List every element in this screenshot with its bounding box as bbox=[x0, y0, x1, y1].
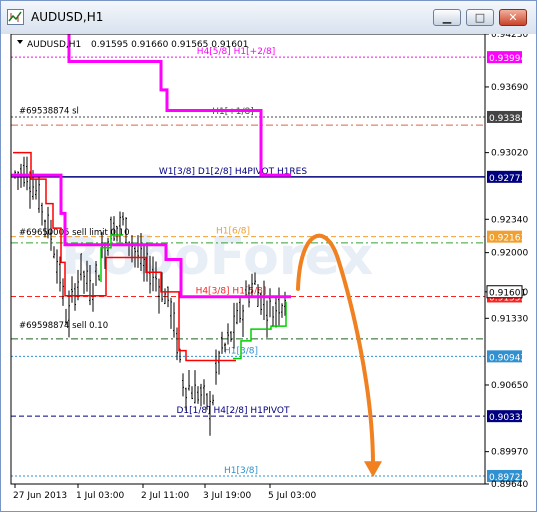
window-title: AUDUSD,H1 bbox=[31, 10, 104, 24]
price-box-label: 0.90332 bbox=[489, 413, 526, 423]
current-price-label: 0.91601 bbox=[489, 289, 526, 299]
order-label: #69598874 sell 0.10 bbox=[19, 321, 108, 331]
order-label: #69538874 sl bbox=[19, 106, 79, 116]
y-tick-label: 0.92000 bbox=[491, 249, 528, 259]
y-tick-label: 0.89970 bbox=[491, 448, 528, 458]
level-label: H1[6/8] bbox=[216, 227, 250, 237]
info-symbol: AUDUSD,H1 bbox=[27, 40, 81, 50]
price-box-label: 0.92773 bbox=[489, 174, 526, 184]
price-box-label: 0.92163 bbox=[489, 234, 526, 244]
price-chart[interactable]: RoboForex H4[5/8] H1[+2/8]0.93994H1[+1/8… bbox=[1, 34, 536, 511]
close-icon: ✕ bbox=[508, 11, 518, 24]
info-ohlc: 0.91595 0.91660 0.91565 0.91601 bbox=[91, 40, 248, 50]
maximize-icon: □ bbox=[474, 11, 486, 24]
x-tick-label: 5 Jul 03:00 bbox=[268, 491, 317, 501]
title-bar: AUDUSD,H1 ▁ □ ✕ bbox=[1, 1, 536, 35]
x-tick-label: 27 Jun 2013 bbox=[13, 491, 67, 501]
x-tick-label: 1 Jul 03:00 bbox=[76, 491, 125, 501]
close-button[interactable]: ✕ bbox=[499, 9, 527, 26]
y-tick-label: 0.90650 bbox=[491, 381, 528, 391]
x-tick-label: 3 Jul 19:00 bbox=[203, 491, 252, 501]
y-tick-label: 0.89640 bbox=[491, 480, 528, 490]
price-box-label: 0.93994 bbox=[489, 54, 526, 64]
maximize-button[interactable]: □ bbox=[466, 9, 494, 26]
info-line: AUDUSD,H1 0.91595 0.91660 0.91565 0.9160… bbox=[17, 40, 248, 50]
order-label: #69650005 sell limit 0.10 bbox=[19, 228, 130, 238]
x-tick-label: 2 Jul 11:00 bbox=[141, 491, 190, 501]
y-tick-label: 0.93690 bbox=[491, 83, 528, 93]
price-box-label: 0.90942 bbox=[489, 353, 526, 363]
y-tick-label: 0.92340 bbox=[491, 215, 528, 225]
y-tick-label: 0.93020 bbox=[491, 149, 528, 159]
price-box-label: 0.93384 bbox=[489, 114, 526, 124]
minimize-icon: ▁ bbox=[442, 11, 452, 24]
chart-window: AUDUSD,H1 ▁ □ ✕ RoboForex H4[5/8] H1[+2/… bbox=[0, 0, 537, 512]
y-tick-label: 0.94230 bbox=[491, 34, 528, 40]
level-label: H4[3/8] H1[5/8] bbox=[196, 286, 267, 296]
y-tick-label: 0.91330 bbox=[491, 314, 528, 324]
level-label: H1[3/8] bbox=[224, 466, 258, 476]
minimize-button[interactable]: ▁ bbox=[433, 9, 461, 26]
level-label: D1[1/8] H4[2/8] H1PIVOT bbox=[176, 406, 290, 416]
chart-icon bbox=[7, 9, 24, 25]
